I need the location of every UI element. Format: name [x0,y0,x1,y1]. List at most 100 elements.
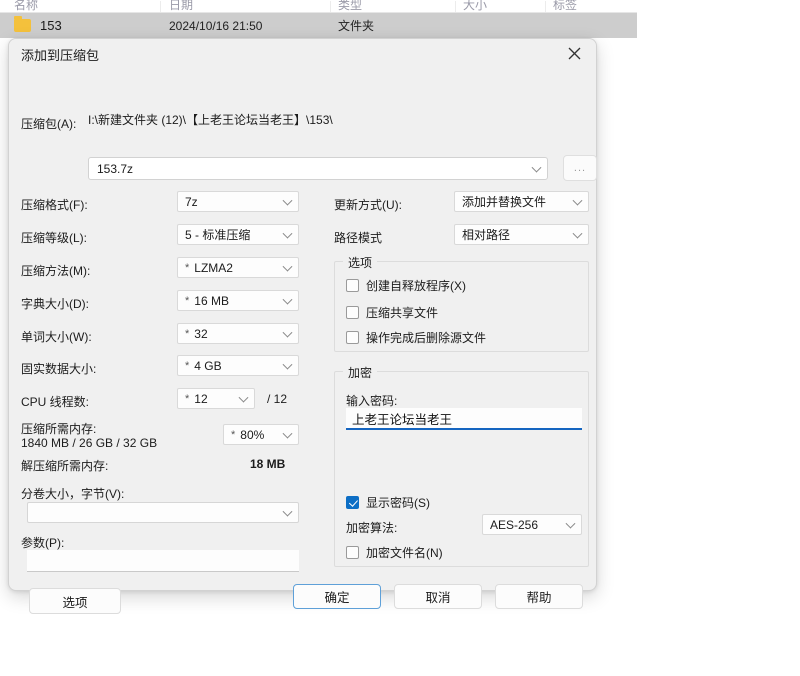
column-header-size[interactable]: 大小 [463,0,487,13]
browse-button[interactable]: ... [563,155,597,181]
delete-source-checkbox[interactable]: 操作完成后删除源文件 [346,329,486,346]
password-value: 上老王论坛当老王 [352,412,453,427]
encryption-algorithm-value: AES-256 [490,518,539,531]
shared-files-label: 压缩共享文件 [366,306,439,320]
chevron-down-icon[interactable] [282,228,293,239]
chevron-down-icon[interactable] [282,327,293,338]
method-label: 压缩方法(M): [21,264,91,278]
method-value: LZMA2 [194,261,233,274]
encryption-group-title: 加密 [343,364,378,381]
cpu-threads-combobox[interactable]: * 12 [177,388,255,409]
memory-percent-combobox[interactable]: * 80% [223,424,299,445]
sfx-label: 创建自释放程序(X) [366,279,466,293]
memory-percent-value: 80% [240,428,265,441]
checkbox-box[interactable] [346,331,359,344]
shared-files-checkbox[interactable]: 压缩共享文件 [346,304,438,321]
checkbox-box[interactable] [346,279,359,292]
column-header-date[interactable]: 日期 [169,0,193,13]
cpu-threads-label: CPU 线程数: [21,395,90,409]
show-password-label: 显示密码(S) [366,496,430,510]
ok-button[interactable]: 确定 [293,584,381,609]
column-header-type[interactable]: 类型 [338,0,362,13]
column-divider[interactable] [330,1,331,12]
chevron-down-icon[interactable] [531,162,542,173]
delete-source-label: 操作完成后删除源文件 [366,331,487,345]
split-size-combobox[interactable] [27,502,299,523]
encrypt-filenames-checkbox[interactable]: 加密文件名(N) [346,544,443,561]
modified-marker: * [231,428,236,441]
file-type: 文件夹 [338,19,375,33]
archive-name-value: 153.7z [97,161,134,176]
modified-marker: * [185,261,190,274]
solid-block-label: 固实数据大小: [21,362,97,376]
solid-block-combobox[interactable]: * 4 GB [177,355,299,376]
column-header-name[interactable]: 名称 [14,0,38,13]
checkbox-box[interactable] [346,306,359,319]
path-mode-combobox[interactable]: 相对路径 [454,224,589,245]
encryption-algorithm-combobox[interactable]: AES-256 [482,514,582,535]
word-size-combobox[interactable]: * 32 [177,323,299,344]
cancel-button[interactable]: 取消 [394,584,482,609]
chevron-down-icon[interactable] [565,518,576,529]
file-list-row[interactable]: 153 2024/10/16 21:50 文件夹 [0,13,637,38]
chevron-down-icon[interactable] [572,195,583,206]
method-combobox[interactable]: * LZMA2 [177,257,299,278]
memory-decompress-value: 18 MB [250,457,286,471]
word-size-value: 32 [194,327,208,340]
password-label: 输入密码: [346,394,398,408]
path-mode-label: 路径模式 [334,231,383,245]
encrypt-filenames-label: 加密文件名(N) [366,546,443,560]
column-header-tag[interactable]: 标签 [553,0,577,13]
column-divider[interactable] [545,1,546,12]
parameters-input[interactable] [27,550,299,572]
password-input[interactable]: 上老王论坛当老王 [346,408,582,430]
sfx-checkbox[interactable]: 创建自释放程序(X) [346,277,466,294]
help-button[interactable]: 帮助 [495,584,583,609]
update-mode-label: 更新方式(U): [334,198,402,212]
update-mode-combobox[interactable]: 添加并替换文件 [454,191,589,212]
cpu-threads-value: 12 [194,392,208,405]
checkbox-box[interactable] [346,496,359,509]
dictionary-label: 字典大小(D): [21,297,89,311]
chevron-down-icon[interactable] [572,228,583,239]
modified-marker: * [185,359,190,372]
chevron-down-icon[interactable] [282,261,293,272]
options-group-title: 选项 [343,254,378,271]
path-mode-value: 相对路径 [462,228,511,241]
add-to-archive-dialog: 添加到压缩包 压缩包(A): I:\新建文件夹 (12)\【上老王论坛当老王】\… [8,38,597,614]
chevron-down-icon[interactable] [282,359,293,370]
column-divider[interactable] [455,1,456,12]
format-label: 压缩格式(F): [21,198,88,212]
chevron-down-icon[interactable] [238,392,249,403]
dictionary-combobox[interactable]: * 16 MB [177,290,299,311]
file-explorer-background: 名称 日期 类型 大小 标签 153 2024/10/16 21:50 文件夹 [0,0,637,38]
file-name: 153 [40,18,62,33]
options-button[interactable]: 选项 [29,588,121,614]
split-size-label: 分卷大小，字节(V): [21,487,125,501]
dictionary-value: 16 MB [194,294,229,307]
level-label: 压缩等级(L): [21,231,88,245]
modified-marker: * [185,392,190,405]
dialog-title-bar: 添加到压缩包 [9,39,596,67]
folder-icon [14,16,31,32]
column-header-row: 名称 日期 类型 大小 标签 [0,0,637,13]
memory-decompress-label: 解压缩所需内存: [21,459,109,473]
show-password-checkbox[interactable]: 显示密码(S) [346,494,430,511]
modified-marker: * [185,327,190,340]
archive-label: 压缩包(A): [21,117,77,131]
chevron-down-icon[interactable] [282,294,293,305]
chevron-down-icon[interactable] [282,195,293,206]
format-combobox[interactable]: 7z [177,191,299,212]
archive-name-input[interactable]: 153.7z [88,157,548,180]
solid-block-value: 4 GB [194,359,222,372]
column-divider[interactable] [160,1,161,12]
modified-marker: * [185,294,190,307]
chevron-down-icon[interactable] [282,506,293,517]
format-value: 7z [185,195,198,208]
level-combobox[interactable]: 5 - 标准压缩 [177,224,299,245]
checkbox-box[interactable] [346,546,359,559]
parameters-label: 参数(P): [21,536,65,550]
file-date: 2024/10/16 21:50 [169,18,263,33]
chevron-down-icon[interactable] [282,428,293,439]
close-icon[interactable] [552,39,596,67]
